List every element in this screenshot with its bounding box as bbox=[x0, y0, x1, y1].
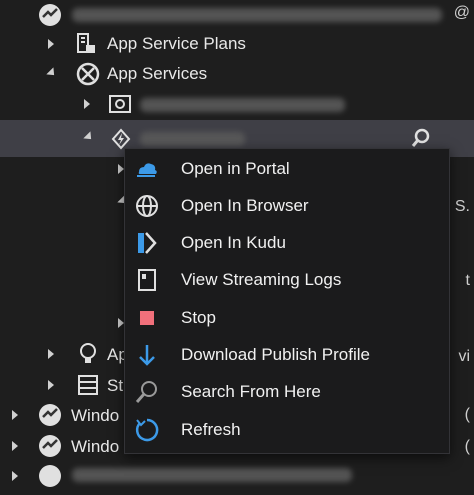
expand-arrow-icon[interactable] bbox=[12, 471, 18, 481]
menu-item-open-in-kudu[interactable]: Open In Kudu bbox=[125, 224, 449, 261]
stop-icon bbox=[133, 304, 161, 332]
expand-arrow-icon[interactable] bbox=[48, 39, 54, 49]
azure-subscription-icon bbox=[38, 3, 62, 27]
menu-item-open-in-portal[interactable]: Open in Portal bbox=[125, 150, 449, 187]
globe-icon bbox=[133, 192, 161, 220]
log-icon bbox=[133, 266, 161, 294]
edge-text: t bbox=[465, 272, 470, 289]
edge-text: ( bbox=[464, 438, 470, 455]
refresh-icon bbox=[133, 416, 161, 444]
expand-arrow-icon[interactable] bbox=[12, 410, 18, 420]
azure-subscription-icon bbox=[38, 434, 62, 458]
blurred-app-name bbox=[140, 98, 345, 112]
menu-item-refresh[interactable]: Refresh bbox=[125, 411, 449, 448]
menu-item-open-in-browser[interactable]: Open In Browser bbox=[125, 187, 449, 224]
storage-icon bbox=[76, 373, 100, 397]
edge-text: vi bbox=[458, 348, 470, 365]
edge-text: S. bbox=[454, 198, 470, 215]
expand-arrow-icon[interactable] bbox=[48, 349, 54, 359]
app-service-plan-icon bbox=[74, 32, 98, 56]
edge-glyph: @ bbox=[453, 4, 470, 21]
menu-item-view-streaming-logs[interactable]: View Streaming Logs bbox=[125, 261, 449, 298]
blurred-subscription-name bbox=[72, 468, 352, 482]
tree-label: App Service Plans bbox=[107, 34, 246, 53]
tree-label: App Services bbox=[107, 64, 208, 83]
collapse-arrow-icon[interactable] bbox=[83, 131, 95, 143]
tree-row-subscription-4[interactable] bbox=[0, 458, 474, 495]
tree-label: St bbox=[107, 376, 124, 395]
web-app-icon bbox=[108, 92, 132, 116]
tree-row-web-app-1[interactable] bbox=[0, 86, 474, 123]
download-icon bbox=[133, 341, 161, 369]
azure-subscription-icon bbox=[38, 403, 62, 427]
menu-item-search-from-here[interactable]: Search From Here bbox=[125, 373, 449, 410]
expand-arrow-icon[interactable] bbox=[84, 99, 90, 109]
search-icon bbox=[133, 378, 161, 406]
portal-icon bbox=[133, 155, 161, 183]
blurred-subscription-name bbox=[72, 8, 442, 22]
kudu-icon bbox=[133, 229, 161, 257]
blurred-app-name bbox=[140, 132, 245, 146]
edge-text: ( bbox=[464, 406, 470, 423]
collapse-arrow-icon[interactable] bbox=[46, 67, 58, 79]
tree-label: Windo bbox=[71, 437, 120, 456]
menu-item-download-publish-profile[interactable]: Download Publish Profile bbox=[125, 336, 449, 373]
expand-arrow-icon[interactable] bbox=[12, 441, 18, 451]
app-services-icon bbox=[76, 62, 100, 86]
lightbulb-icon bbox=[78, 342, 98, 366]
expand-arrow-icon[interactable] bbox=[48, 380, 54, 390]
tree-label: Windo bbox=[71, 406, 120, 425]
menu-item-stop[interactable]: Stop bbox=[125, 299, 449, 336]
context-menu: Open in Portal Open In Browser Open In K… bbox=[124, 148, 450, 454]
azure-subscription-icon bbox=[38, 464, 62, 488]
